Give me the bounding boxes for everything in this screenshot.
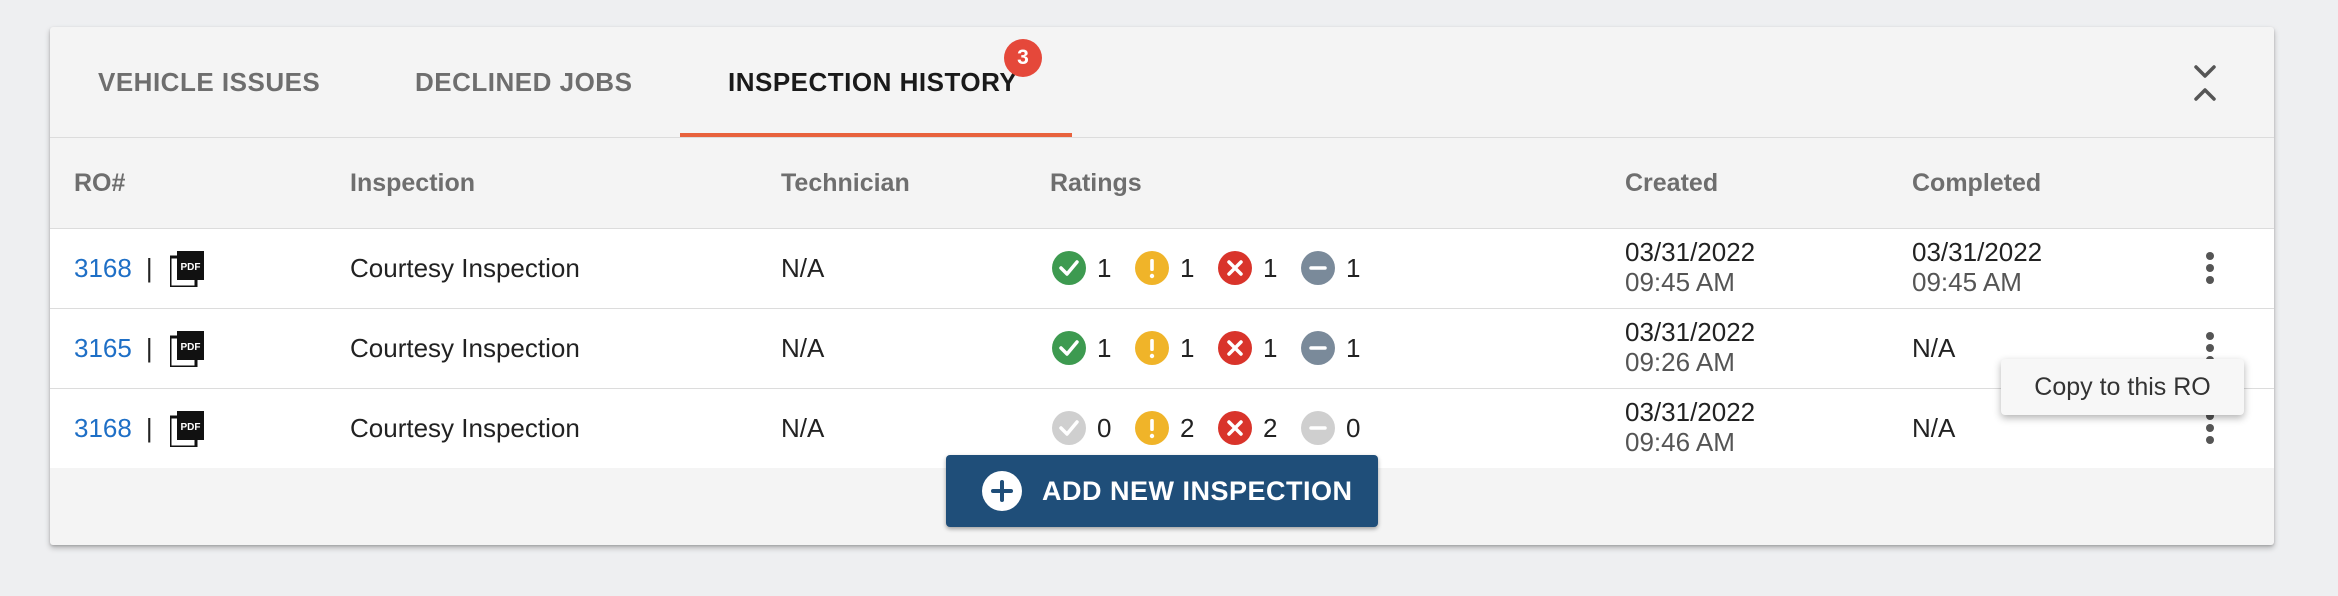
add-new-inspection-button[interactable]: ADD NEW INSPECTION [946,455,1378,527]
column-header-ro[interactable]: RO# [74,138,125,228]
panel-footer: ADD NEW INSPECTION [50,441,2274,545]
column-header-technician[interactable]: Technician [781,138,910,228]
rating-pass-count: 1 [1097,333,1112,363]
svg-text:PDF: PDF [181,262,201,273]
active-tab-indicator [680,133,1072,137]
completed-datetime: 03/31/2022 09:45 AM [1912,237,2042,297]
completed-date: 03/31/2022 [1912,237,2043,267]
rating-warn-count: 1 [1180,333,1195,363]
check-circle-icon [1052,411,1086,445]
svg-text:PDF: PDF [181,422,201,433]
rating-fail-count: 1 [1263,253,1278,283]
rating-pass-count: 1 [1097,253,1112,283]
tab-declined-jobs[interactable]: DECLINED JOBS [415,27,632,137]
plus-circle-icon [982,471,1022,511]
svg-text:PDF: PDF [181,342,201,353]
column-header-created[interactable]: Created [1625,138,1718,228]
minus-circle-icon [1301,331,1335,365]
minus-circle-icon [1301,411,1335,445]
pdf-file-icon[interactable]: PDF [168,251,204,289]
exclamation-circle-icon [1135,251,1169,285]
x-circle-icon [1218,251,1252,285]
column-header-completed[interactable]: Completed [1912,138,2041,228]
x-circle-icon [1218,331,1252,365]
created-date: 03/31/2022 [1625,397,1756,427]
table-row[interactable]: 3168 | PDF Courtesy Inspection N/A 1 1 1 … [50,229,2274,309]
copy-to-ro-menu-item[interactable]: Copy to this RO [2001,359,2244,415]
tab-vehicle-issues[interactable]: VEHICLE ISSUES [98,27,320,137]
rating-na-count: 1 [1346,333,1361,363]
column-header-ratings[interactable]: Ratings [1050,138,1142,228]
separator: | [145,253,153,283]
rating-warn-count: 1 [1180,253,1195,283]
rating-fail-count: 1 [1263,333,1278,363]
exclamation-circle-icon [1135,331,1169,365]
created-date: 03/31/2022 [1625,237,1756,267]
tab-inspection-history[interactable]: INSPECTION HISTORY [728,27,1017,137]
created-datetime: 03/31/2022 09:45 AM [1625,237,1755,297]
collapse-chevrons-icon[interactable] [2188,63,2222,103]
created-date: 03/31/2022 [1625,317,1756,347]
inspection-name: Courtesy Inspection [350,333,580,363]
x-circle-icon [1218,411,1252,445]
inspection-panel: VEHICLE ISSUES DECLINED JOBS INSPECTION … [50,27,2274,545]
table-header: RO# Inspection Technician Ratings Create… [50,138,2274,229]
completed-value: N/A [1912,333,1956,363]
created-datetime: 03/31/2022 09:26 AM [1625,317,1755,377]
ro-link[interactable]: 3165 [74,333,132,363]
notification-badge: 3 [1004,39,1042,77]
separator: | [145,333,153,363]
ro-link[interactable]: 3168 [74,253,132,283]
check-circle-icon [1052,251,1086,285]
created-time: 09:45 AM [1625,267,1735,297]
more-vertical-icon[interactable] [2200,249,2220,289]
ro-link[interactable]: 3168 [74,413,132,443]
inspection-name: Courtesy Inspection [350,253,580,283]
technician-name: N/A [781,253,825,283]
separator: | [145,413,153,443]
rating-na-count: 1 [1346,253,1361,283]
tab-bar: VEHICLE ISSUES DECLINED JOBS INSPECTION … [50,27,2274,138]
add-new-inspection-label: ADD NEW INSPECTION [1042,476,1353,506]
exclamation-circle-icon [1135,411,1169,445]
table-row[interactable]: 3165 | PDF Courtesy Inspection N/A 1 1 1 … [50,309,2274,389]
column-header-inspection[interactable]: Inspection [350,138,475,228]
pdf-file-icon[interactable]: PDF [168,331,204,369]
completed-time: 09:45 AM [1912,267,2022,297]
created-time: 09:26 AM [1625,347,1735,377]
minus-circle-icon [1301,251,1335,285]
technician-name: N/A [781,333,825,363]
check-circle-icon [1052,331,1086,365]
